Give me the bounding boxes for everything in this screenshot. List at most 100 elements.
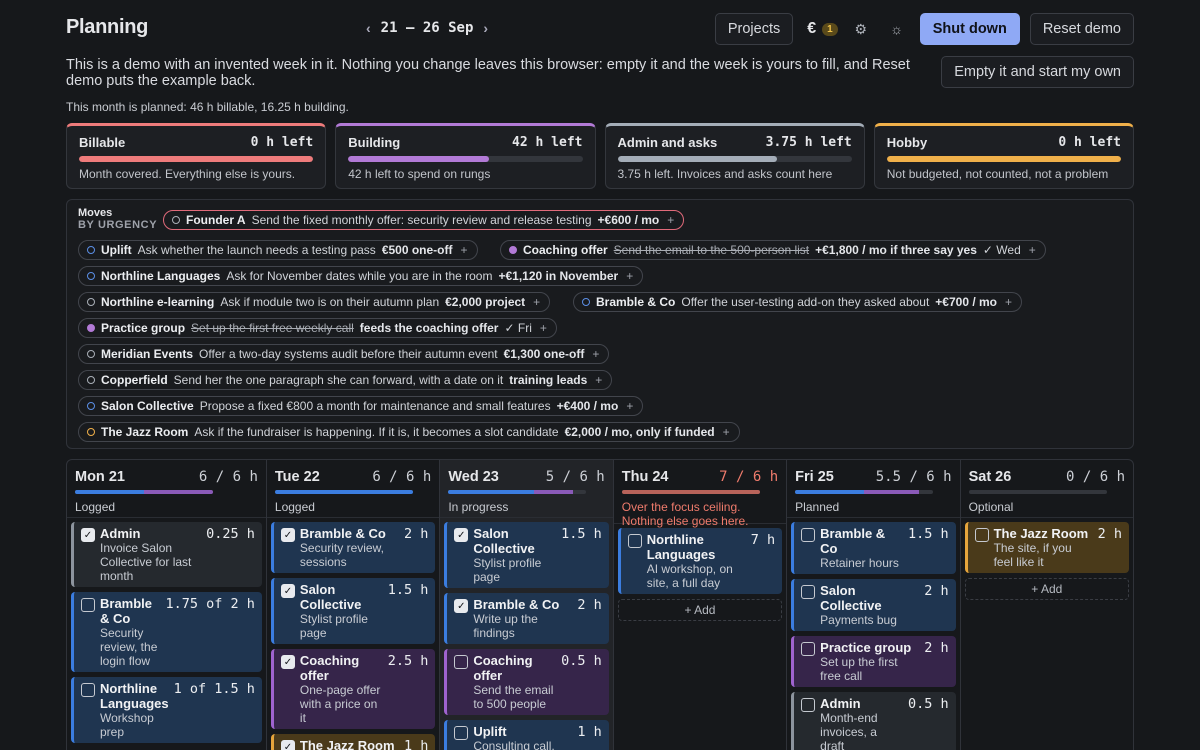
task-hours: 1.5 h (561, 526, 602, 542)
move-chip[interactable]: Coaching offer Send the email to the 500-… (500, 240, 1046, 260)
theme-toggle-icon[interactable]: ☼ (884, 21, 910, 37)
task-hours: 2 h (403, 526, 429, 542)
task-checkbox[interactable]: ✓ (454, 528, 469, 542)
task-checkbox[interactable]: ✓ (454, 599, 469, 613)
task-checkbox[interactable] (454, 726, 469, 740)
move-done-day: ✓ Wed (982, 243, 1021, 257)
empty-start-own-button[interactable]: Empty it and start my own (941, 56, 1134, 88)
day-name: Wed 23 (448, 469, 499, 485)
day-name: Tue 22 (274, 469, 320, 485)
task-list: Bramble & Co Retainer hours 1.5 h Salon Col… (787, 518, 959, 750)
currency-toggle[interactable]: € 1 (807, 20, 838, 38)
move-who: Copperfield (101, 373, 168, 387)
day-capacity-segment (533, 490, 573, 494)
task-card[interactable]: Salon Collective Payments bug 2 h (791, 579, 956, 631)
move-chip[interactable]: Practice group Set up the first free week… (78, 318, 557, 338)
task-card[interactable]: Coaching offer Send the email to 500 peop… (444, 649, 609, 715)
add-icon[interactable]: + (1029, 243, 1036, 257)
move-text-done: Send the email to the 500-person list (613, 243, 810, 257)
task-checkbox[interactable]: ✓ (280, 740, 295, 750)
task-card[interactable]: ✓ The Jazz Room 1 h (270, 734, 436, 750)
task-checkbox[interactable] (801, 528, 816, 542)
budget-remaining: 0 h left (250, 135, 314, 150)
task-description: The site, if you feel like it (993, 541, 1072, 569)
task-checkbox[interactable] (974, 528, 989, 542)
budget-name: Hobby (886, 135, 928, 150)
task-card[interactable]: The Jazz Room The site, if you feel like … (964, 522, 1130, 573)
move-chip[interactable]: Copperfield Send her the one paragraph sh… (78, 370, 613, 390)
task-hours: 1.5 h (907, 526, 949, 542)
week-next-icon[interactable]: › (483, 20, 488, 36)
task-checkbox[interactable]: ✓ (280, 528, 295, 542)
task-checkbox[interactable] (627, 534, 642, 548)
task-card[interactable]: ✓ Salon Collective Stylist profile page 1.5… (444, 522, 609, 588)
move-chip[interactable]: Northline Languages Ask for November date… (78, 266, 644, 286)
task-card[interactable]: ✓ Coaching offer One-page offer with a pri… (270, 649, 436, 729)
task-card[interactable]: ✓ Admin Invoice Salon Collective for last … (71, 522, 262, 587)
move-chip[interactable]: Meridian Events Offer a two-day systems a… (78, 344, 610, 364)
day-title-row: Mon 21 6 / 6 h (75, 469, 258, 485)
add-task-button[interactable]: + Add (964, 578, 1130, 600)
move-chip[interactable]: The Jazz Room Ask if the fundraiser is ha… (78, 422, 740, 442)
move-chip[interactable]: Bramble & Co Offer the user-testing add-o… (573, 292, 1023, 312)
add-icon[interactable]: + (533, 295, 540, 309)
add-icon[interactable]: + (592, 347, 599, 361)
add-icon[interactable]: + (626, 269, 633, 283)
task-card[interactable]: Admin Month-end invoices, a draft 0.5 h (791, 692, 956, 750)
week-navigator: ‹ 21 – 26 Sep › (366, 20, 488, 36)
task-card[interactable]: ✓ Bramble & Co Security review, sessions 2 … (270, 522, 436, 573)
day-hours: 0 / 6 h (1066, 469, 1126, 485)
task-body: Coaching offer One-page offer with a pric… (300, 653, 383, 725)
task-card[interactable]: Northline Languages Workshop prep 1 of 1.5… (71, 677, 262, 743)
day-column: Tue 22 6 / 6 h Logged ✓ Bramble & Co Security… (266, 460, 441, 750)
projects-button[interactable]: Projects (714, 13, 794, 45)
move-chip[interactable]: Northline e-learning Ask if module two is… (78, 292, 551, 312)
move-chip[interactable]: Uplift Ask whether the launch needs a tes… (78, 240, 478, 260)
move-text: Ask if module two is on their autumn pla… (220, 295, 440, 309)
move-chip[interactable]: Founder A Send the fixed monthly offer: s… (163, 210, 685, 230)
task-card[interactable]: Northline Languages AI workshop, on site,… (617, 528, 783, 594)
task-card[interactable]: Uplift Consulting call, 1 h (444, 720, 609, 750)
task-card[interactable]: ✓ Bramble & Co Write up the findings 2 h (444, 593, 609, 644)
gear-icon[interactable]: ⚙ (848, 21, 874, 38)
task-checkbox[interactable] (801, 698, 816, 712)
task-card[interactable]: Bramble & Co Retainer hours 1.5 h (791, 522, 956, 574)
task-card[interactable]: Practice group Set up the first free call… (791, 636, 956, 687)
task-checkbox[interactable] (81, 598, 95, 612)
task-checkbox[interactable] (454, 655, 469, 669)
task-card[interactable]: Bramble & Co Security review, the login f… (71, 592, 262, 672)
task-checkbox[interactable]: ✓ (280, 655, 295, 669)
status-dot-icon (172, 216, 180, 224)
task-checkbox[interactable] (81, 683, 95, 697)
reset-demo-button[interactable]: Reset demo (1029, 13, 1134, 45)
task-hours: 2 h (924, 583, 949, 599)
demo-intro-text: This is a demo with an invented week in … (66, 57, 910, 89)
add-icon[interactable]: + (723, 425, 730, 439)
move-who: Practice group (101, 321, 186, 335)
week-prev-icon[interactable]: ‹ (366, 20, 371, 36)
task-body: Practice group Set up the first free call (820, 640, 919, 683)
add-icon[interactable]: + (1005, 295, 1012, 309)
task-body: Northline Languages Workshop prep (100, 681, 169, 739)
day-column: Mon 21 6 / 6 h Logged ✓ Admin Invoice Salon C… (67, 460, 267, 750)
budget-header: Admin and asks 3.75 h left (618, 135, 852, 150)
status-dot-icon (87, 324, 95, 332)
task-checkbox[interactable] (801, 585, 816, 599)
add-icon[interactable]: + (595, 373, 602, 387)
add-icon[interactable]: + (461, 243, 468, 257)
task-card[interactable]: ✓ Salon Collective Stylist profile page 1.5… (270, 578, 436, 644)
task-checkbox[interactable]: ✓ (280, 584, 295, 598)
add-task-button[interactable]: + Add (617, 599, 783, 621)
add-icon[interactable]: + (540, 321, 547, 335)
add-icon[interactable]: + (626, 399, 633, 413)
move-value: +€1,800 / mo if three say yes (815, 243, 977, 257)
task-checkbox[interactable] (801, 642, 816, 656)
move-chip[interactable]: Salon Collective Propose a fixed €800 a m… (78, 396, 644, 416)
add-icon[interactable]: + (667, 213, 674, 227)
task-checkbox[interactable]: ✓ (81, 528, 95, 542)
task-description: Workshop prep (100, 711, 154, 739)
shut-down-button[interactable]: Shut down (919, 13, 1020, 45)
task-title: Coaching offer (473, 653, 533, 683)
move-who: Coaching offer (523, 243, 608, 257)
day-hours: 6 / 6 h (198, 469, 258, 485)
